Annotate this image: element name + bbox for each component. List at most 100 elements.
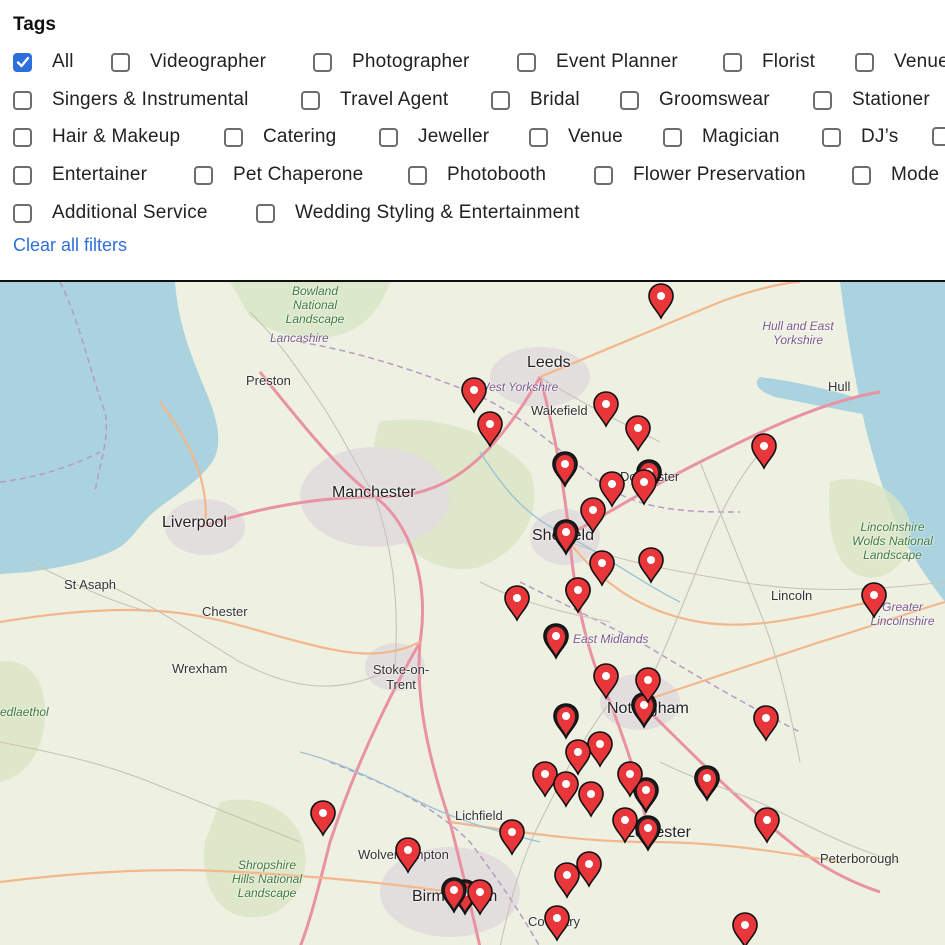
place-wakefield: Wakefield [531, 403, 588, 418]
map-marker-icon[interactable] [751, 704, 781, 742]
map-marker-icon[interactable] [646, 282, 676, 320]
map-marker-icon[interactable] [542, 904, 572, 942]
tag-option[interactable]: Bridal [491, 89, 580, 111]
checkbox[interactable] [379, 127, 398, 147]
tag-label: Groomswear [659, 89, 770, 110]
map-marker-icon[interactable] [591, 390, 621, 428]
tag-label: Mode [891, 164, 940, 185]
tag-option[interactable]: DJ’s [822, 126, 898, 148]
tag-option[interactable]: Hair & Makeup [13, 126, 180, 148]
place-hull: Hull [828, 379, 851, 394]
tag-option[interactable]: Magician [663, 126, 780, 148]
tag-option[interactable]: Singers & Instrumental [13, 89, 249, 111]
map-marker-icon[interactable] [752, 806, 782, 844]
map-marker-icon[interactable] [541, 622, 571, 660]
checkbox[interactable] [301, 90, 320, 110]
map-marker-icon[interactable] [502, 584, 532, 622]
checkbox[interactable] [194, 165, 213, 185]
tag-option[interactable]: All [13, 51, 74, 73]
map-marker-icon[interactable] [623, 414, 653, 452]
tag-label: Singers & Instrumental [52, 89, 249, 110]
tag-option[interactable]: Pet Chaperone [194, 164, 363, 186]
map-marker-icon[interactable] [633, 666, 663, 704]
map-marker-icon[interactable] [591, 662, 621, 700]
tag-option[interactable]: Videographer [111, 51, 266, 73]
checkbox[interactable] [224, 127, 243, 147]
tag-label: Photographer [352, 51, 470, 72]
map-marker-icon[interactable] [629, 468, 659, 506]
tag-option[interactable]: Flower Preservation [594, 164, 806, 186]
checkbox[interactable] [517, 52, 536, 72]
tag-option[interactable]: Groomswear [620, 89, 770, 111]
map-marker-icon[interactable] [393, 836, 423, 874]
tag-option[interactable]: Florist [723, 51, 815, 73]
map-marker-icon[interactable] [636, 546, 666, 584]
map-marker-icon[interactable] [576, 780, 606, 818]
map-marker-icon[interactable] [551, 518, 581, 556]
tag-option[interactable]: Photobooth [408, 164, 546, 186]
tag-label: Stationer [852, 89, 930, 110]
place-chester: Chester [202, 604, 248, 619]
checkbox[interactable] [663, 127, 682, 147]
checkbox[interactable] [256, 203, 275, 223]
checkbox[interactable] [408, 165, 427, 185]
checkbox[interactable] [813, 90, 832, 110]
map-marker-icon[interactable] [465, 878, 495, 916]
place-manchester: Manchester [332, 484, 416, 501]
map-marker-icon[interactable] [859, 581, 889, 619]
tag-option[interactable]: Additional Service [13, 202, 208, 224]
checkbox[interactable] [932, 127, 945, 146]
map-marker-icon[interactable] [574, 850, 604, 888]
tag-option[interactable]: Catering [224, 126, 336, 148]
checkbox[interactable] [855, 52, 874, 72]
checkbox[interactable] [111, 52, 130, 72]
tag-label: Venue [568, 126, 623, 147]
tag-option[interactable]: Wedding Styling & Entertainment [256, 202, 580, 224]
map-marker-icon[interactable] [730, 911, 760, 945]
checkbox[interactable] [13, 165, 32, 185]
tag-label: Travel Agent [340, 89, 449, 110]
checkbox[interactable] [491, 90, 510, 110]
tags-title: Tags [13, 14, 56, 35]
tag-option[interactable]: Stationer [813, 89, 930, 111]
map-marker-icon[interactable] [551, 702, 581, 740]
tag-option[interactable]: Jeweller [379, 126, 489, 148]
checkbox[interactable] [313, 52, 332, 72]
checkbox[interactable] [723, 52, 742, 72]
checkbox[interactable] [13, 90, 32, 110]
tag-option[interactable]: Venue [855, 51, 945, 73]
tag-option[interactable]: Venue [529, 126, 623, 148]
region-east-midlands: East Midlands [573, 632, 649, 646]
tag-label: Additional Service [52, 202, 208, 223]
checkbox[interactable] [594, 165, 613, 185]
map-marker-icon[interactable] [475, 410, 505, 448]
map-marker-icon[interactable] [563, 576, 593, 614]
region-lancashire: Lancashire [270, 331, 329, 345]
checkbox[interactable] [529, 127, 548, 147]
checkbox[interactable] [13, 127, 32, 147]
checkbox[interactable] [852, 165, 871, 185]
map-marker-icon[interactable] [692, 764, 722, 802]
map-marker-icon[interactable] [459, 376, 489, 414]
tag-option[interactable]: Entertainer [13, 164, 147, 186]
checkbox[interactable] [13, 203, 32, 223]
map-marker-icon[interactable] [578, 496, 608, 534]
map-marker-icon[interactable] [308, 799, 338, 837]
place-welsh-fragment: edlaethol [0, 705, 49, 719]
tag-option[interactable]: Photographer [313, 51, 470, 73]
checkbox[interactable] [620, 90, 639, 110]
checkbox-checked[interactable] [13, 52, 32, 72]
map-marker-icon[interactable] [749, 432, 779, 470]
tag-option[interactable]: Travel Agent [301, 89, 448, 111]
map-marker-icon[interactable] [615, 760, 645, 798]
map-marker-icon[interactable] [497, 818, 527, 856]
tag-label: Jeweller [418, 126, 490, 147]
checkbox[interactable] [822, 127, 841, 147]
tag-option[interactable]: Mode [852, 164, 939, 186]
clear-all-filters-link[interactable]: Clear all filters [13, 235, 127, 256]
map-marker-icon[interactable] [550, 450, 580, 488]
map-view[interactable]: Leeds Manchester Liverpool Preston Wakef… [0, 280, 945, 945]
map-marker-icon[interactable] [610, 806, 640, 844]
tag-option[interactable]: Event Planner [517, 51, 678, 73]
checkmark-icon [16, 56, 29, 68]
